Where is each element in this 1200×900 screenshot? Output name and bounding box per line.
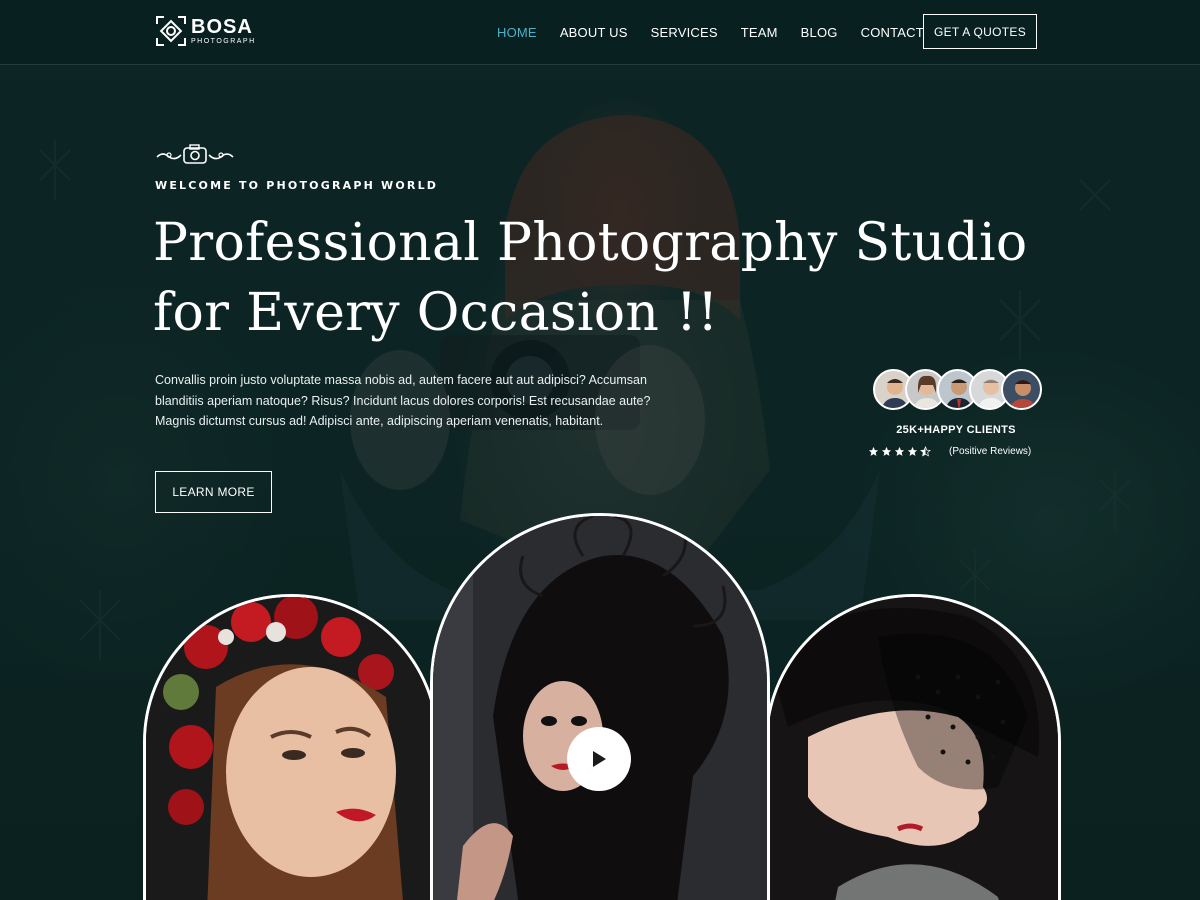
nav-contact[interactable]: CONTACT xyxy=(861,25,924,40)
nav-blog[interactable]: BLOG xyxy=(801,25,838,40)
brand-name: BOSA xyxy=(191,16,253,38)
site-header: BOSA PHOTOGRAPH HOME ABOUT US SERVICES T… xyxy=(0,0,1200,65)
gallery-photo-veil-portrait[interactable] xyxy=(765,594,1061,900)
star-icon xyxy=(894,446,905,456)
nav-home[interactable]: HOME xyxy=(497,25,537,40)
play-icon xyxy=(593,751,606,767)
client-avatars xyxy=(873,369,1043,411)
hero-title: Professional Photography Studio for Ever… xyxy=(153,208,1053,348)
client-avatar xyxy=(1001,369,1042,410)
brand-tagline: PHOTOGRAPH xyxy=(191,38,256,45)
nav-team[interactable]: TEAM xyxy=(741,25,778,40)
brand-logo[interactable]: BOSA PHOTOGRAPH xyxy=(155,14,256,48)
gallery-photo-dark-hair-portrait[interactable] xyxy=(430,513,770,900)
play-video-button[interactable] xyxy=(567,727,631,791)
star-rating xyxy=(868,445,933,457)
camera-ornament-icon xyxy=(155,143,235,165)
main-nav: HOME ABOUT US SERVICES TEAM BLOG CONTACT xyxy=(497,25,947,40)
gallery-photo-flower-crown[interactable] xyxy=(143,594,439,900)
star-half-icon xyxy=(920,445,931,457)
learn-more-button[interactable]: LEARN MORE xyxy=(155,471,272,513)
client-rating: (Positive Reviews) xyxy=(868,444,1043,458)
star-icon xyxy=(881,446,892,456)
hero-title-line-1: Professional Photography Studio xyxy=(153,213,1028,273)
hero-description: Convallis proin justo voluptate massa no… xyxy=(155,373,651,428)
happy-clients-count: 25K+HAPPY CLIENTS xyxy=(896,424,1016,436)
camera-logo-icon xyxy=(155,15,187,47)
hero-eyebrow: WELCOME TO PHOTOGRAPH WORLD xyxy=(155,179,439,192)
star-icon xyxy=(907,446,918,456)
nav-services[interactable]: SERVICES xyxy=(651,25,718,40)
star-icon xyxy=(868,446,879,456)
positive-reviews-label: (Positive Reviews) xyxy=(949,445,1032,457)
nav-about-us[interactable]: ABOUT US xyxy=(560,25,628,40)
get-a-quote-button[interactable]: GET A QUOTES xyxy=(923,14,1037,49)
hero-title-line-2: for Every Occasion !! xyxy=(153,283,719,343)
